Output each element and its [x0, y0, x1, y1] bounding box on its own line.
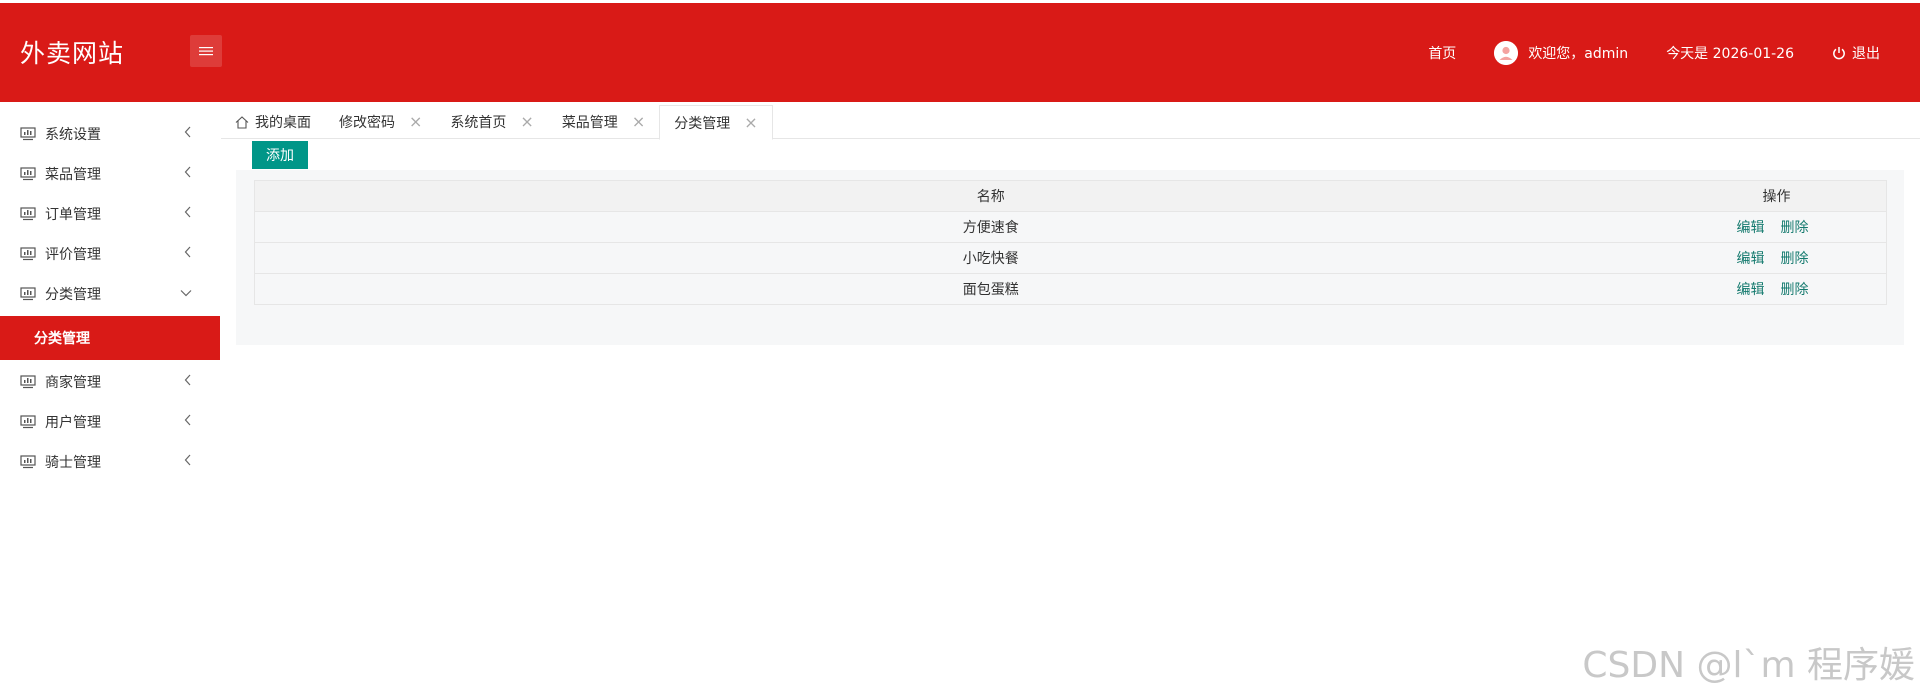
chevron-left-icon	[184, 454, 192, 466]
chevron-left-icon	[184, 414, 192, 426]
chevron-left-icon	[184, 206, 192, 218]
monitor-icon	[20, 127, 36, 141]
nav-date: 今天是 2026-01-26	[1666, 43, 1794, 63]
column-header-ops: 操作	[1726, 180, 1887, 212]
nav-user[interactable]: 欢迎您，admin	[1494, 40, 1629, 65]
tab-category-management[interactable]: 分类管理 ×	[659, 105, 773, 140]
sidebar-item-label: 菜品管理	[45, 167, 101, 183]
chevron-left-icon	[184, 166, 192, 178]
tab-label: 分类管理	[674, 115, 731, 132]
sidebar-item-label: 分类管理	[45, 287, 101, 303]
hamburger-icon	[199, 46, 213, 56]
monitor-icon	[20, 375, 36, 389]
tab-label: 系统首页	[450, 115, 507, 131]
delete-link[interactable]: 删除	[1781, 220, 1809, 236]
monitor-icon	[20, 287, 36, 301]
sidebar-item-dish-management[interactable]: 菜品管理	[0, 154, 220, 194]
table-row: 方便速食 编辑 删除	[254, 211, 1887, 243]
tab-label: 菜品管理	[561, 115, 618, 131]
cell-name: 面包蛋糕	[254, 273, 1727, 305]
tab-change-password[interactable]: 修改密码 ×	[325, 105, 436, 139]
sidebar-item-label: 评价管理	[45, 247, 101, 263]
close-icon[interactable]: ×	[632, 114, 645, 130]
logout-link[interactable]: 退出	[1832, 43, 1880, 63]
nav-home-label: 首页	[1428, 45, 1457, 62]
tab-dish-management[interactable]: 菜品管理 ×	[548, 105, 659, 139]
sidebar-item-label: 订单管理	[45, 207, 101, 223]
monitor-icon	[20, 455, 36, 469]
top-header: 外卖网站 首页 欢迎您，admin 今天是 2026-01-26 退出	[0, 3, 1920, 102]
header-nav: 首页 欢迎您，admin 今天是 2026-01-26 退出	[1428, 3, 1920, 102]
avatar	[1494, 40, 1519, 65]
cell-name: 小吃快餐	[254, 242, 1727, 274]
sidebar-item-label: 骑士管理	[45, 455, 101, 471]
sidebar-item-rider-management[interactable]: 骑士管理	[0, 442, 220, 482]
chevron-left-icon	[184, 374, 192, 386]
delete-link[interactable]: 删除	[1781, 251, 1809, 267]
home-icon	[235, 115, 249, 129]
table-row: 小吃快餐 编辑 删除	[254, 242, 1887, 274]
sidebar-item-merchant-management[interactable]: 商家管理	[0, 362, 220, 402]
sidebar-item-review-management[interactable]: 评价管理	[0, 234, 220, 274]
close-icon[interactable]: ×	[409, 114, 422, 130]
edit-link[interactable]: 编辑	[1737, 220, 1765, 236]
tab-my-desktop[interactable]: 我的桌面	[221, 105, 325, 139]
delete-link[interactable]: 删除	[1781, 282, 1809, 298]
monitor-icon	[20, 167, 36, 181]
cell-ops: 编辑 删除	[1726, 273, 1887, 305]
chevron-down-icon	[180, 289, 192, 297]
sidebar-item-order-management[interactable]: 订单管理	[0, 194, 220, 234]
nav-home-link[interactable]: 首页	[1428, 43, 1456, 63]
cell-ops: 编辑 删除	[1726, 242, 1887, 274]
site-title: 外卖网站	[20, 39, 125, 68]
monitor-icon	[20, 415, 36, 429]
table-row: 面包蛋糕 编辑 删除	[254, 273, 1887, 305]
watermark: CSDN @l`m 程序媛	[1582, 645, 1915, 686]
sidebar-item-label: 商家管理	[45, 375, 101, 391]
sidebar-subitem-category-management[interactable]: 分类管理	[0, 316, 220, 360]
menu-toggle-button[interactable]	[190, 35, 222, 67]
logout-label: 退出	[1852, 45, 1880, 62]
sidebar-item-label: 系统设置	[45, 127, 101, 143]
sidebar: 系统设置 菜品管理 订单管理 评价管理 分类管理 分类管理 商家管理 用户管理 …	[0, 102, 220, 689]
cell-ops: 编辑 删除	[1726, 211, 1887, 243]
sidebar-item-system-settings[interactable]: 系统设置	[0, 114, 220, 154]
welcome-text: 欢迎您，admin	[1528, 45, 1629, 62]
tab-system-home[interactable]: 系统首页 ×	[436, 105, 547, 139]
close-icon[interactable]: ×	[520, 114, 533, 130]
monitor-icon	[20, 207, 36, 221]
column-header-name: 名称	[254, 180, 1727, 212]
sidebar-item-user-management[interactable]: 用户管理	[0, 402, 220, 442]
edit-link[interactable]: 编辑	[1737, 282, 1765, 298]
add-button[interactable]: 添加	[252, 141, 308, 169]
edit-link[interactable]: 编辑	[1737, 251, 1765, 267]
cell-name: 方便速食	[254, 211, 1727, 243]
tab-bar: 我的桌面 修改密码 × 系统首页 × 菜品管理 × 分类管理 ×	[221, 105, 1920, 140]
tab-label: 修改密码	[339, 115, 395, 131]
table-header-row: 名称 操作	[254, 180, 1887, 212]
power-icon	[1832, 46, 1846, 60]
tab-label: 我的桌面	[255, 115, 311, 131]
close-icon[interactable]: ×	[744, 114, 757, 131]
date-text: 今天是 2026-01-26	[1666, 45, 1794, 62]
chevron-left-icon	[184, 246, 192, 258]
sidebar-item-label: 用户管理	[45, 415, 101, 431]
monitor-icon	[20, 247, 36, 261]
category-table: 名称 操作 方便速食 编辑 删除 小吃快餐 编辑 删除 面包蛋糕 编辑 删除	[254, 180, 1887, 305]
sidebar-item-category-management[interactable]: 分类管理	[0, 274, 220, 314]
chevron-left-icon	[184, 126, 192, 138]
